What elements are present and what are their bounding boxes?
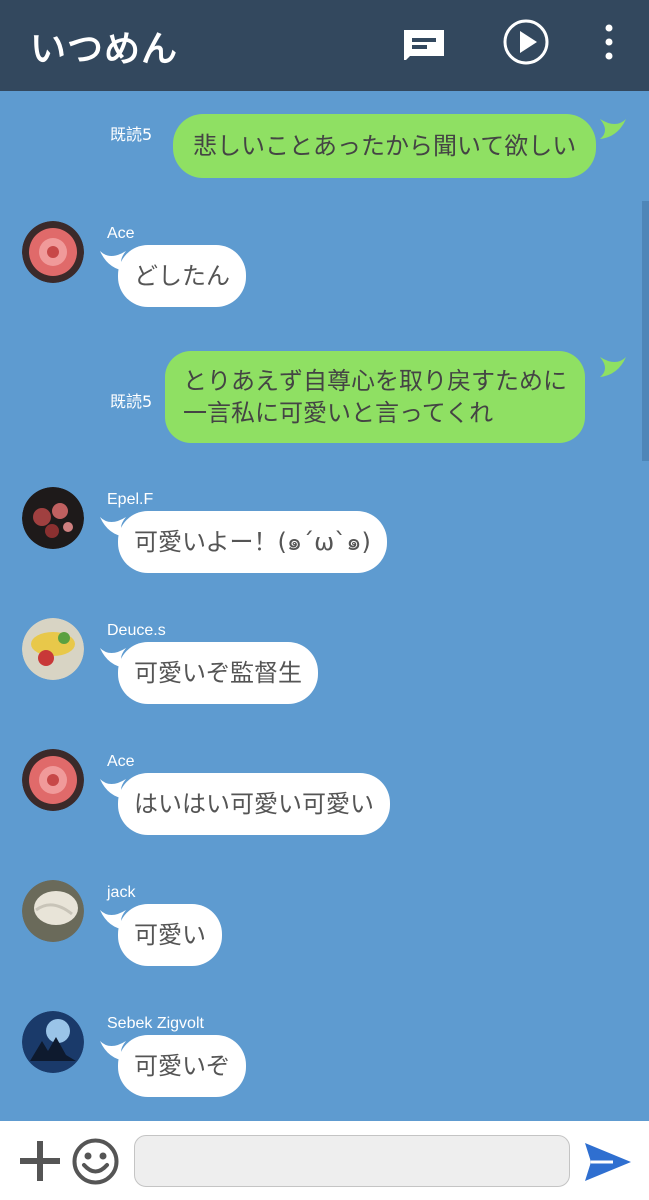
note-icon[interactable]: [400, 26, 448, 60]
avatar[interactable]: [22, 618, 84, 680]
outgoing-bubble[interactable]: とりあえず自尊心を取り戻すために 一言私に可愛いと言ってくれ: [165, 351, 585, 443]
bubble-tail: [600, 119, 626, 139]
sender-name: Ace: [107, 225, 135, 242]
app-header: いつめん: [0, 0, 649, 91]
message-text: 可愛いぞ監督生: [134, 659, 302, 687]
send-icon[interactable]: [583, 1141, 633, 1183]
avatar[interactable]: [22, 880, 84, 942]
sender-name: Epel.F: [107, 491, 154, 508]
avatar[interactable]: [22, 487, 84, 549]
message-text-line: 一言私に可愛いと言ってくれ: [183, 399, 494, 427]
outgoing-bubble[interactable]: 悲しいことあったから聞いて欲しい: [173, 114, 597, 178]
plus-icon[interactable]: [18, 1139, 62, 1183]
sender-name: jack: [107, 884, 136, 901]
incoming-bubble[interactable]: 可愛い: [118, 904, 222, 966]
read-receipt: 既読5: [110, 392, 153, 411]
avatar[interactable]: [22, 749, 84, 811]
play-icon[interactable]: [502, 18, 550, 66]
incoming-bubble[interactable]: 可愛いぞ: [118, 1035, 246, 1097]
avatar[interactable]: [22, 221, 84, 283]
chat-title: いつめん: [30, 29, 179, 70]
avatar[interactable]: [22, 1011, 84, 1073]
scrollbar[interactable]: [642, 201, 649, 461]
message-text: 可愛い: [134, 921, 206, 949]
bubble-tail: [600, 357, 626, 377]
message-text: はいはい可愛い可愛い: [134, 790, 374, 818]
message-composer: [0, 1121, 649, 1200]
message-text: 悲しいことあったから聞いて欲しい: [193, 132, 577, 160]
sender-name: Ace: [107, 753, 135, 770]
read-receipt: 既読5: [110, 125, 153, 144]
message-text: 可愛いよー！(๑´ω`๑): [134, 528, 371, 556]
more-vertical-icon[interactable]: [598, 22, 620, 62]
incoming-bubble[interactable]: どしたん: [118, 245, 246, 307]
message-input[interactable]: [134, 1135, 570, 1187]
chat-area[interactable]: 既読5 悲しいことあったから聞いて欲しい Ace どしたん 既読5 とりあえず自…: [0, 91, 649, 1121]
sender-name: Sebek Zigvolt: [107, 1015, 204, 1032]
incoming-bubble[interactable]: 可愛いよー！(๑´ω`๑): [118, 511, 387, 573]
incoming-bubble[interactable]: 可愛いぞ監督生: [118, 642, 318, 704]
sender-name: Deuce.s: [107, 622, 166, 639]
incoming-bubble[interactable]: はいはい可愛い可愛い: [118, 773, 390, 835]
message-text: どしたん: [134, 262, 230, 290]
smile-icon[interactable]: [72, 1138, 119, 1185]
message-text-line: とりあえず自尊心を取り戻すために: [183, 367, 567, 395]
message-text: 可愛いぞ: [134, 1052, 230, 1080]
